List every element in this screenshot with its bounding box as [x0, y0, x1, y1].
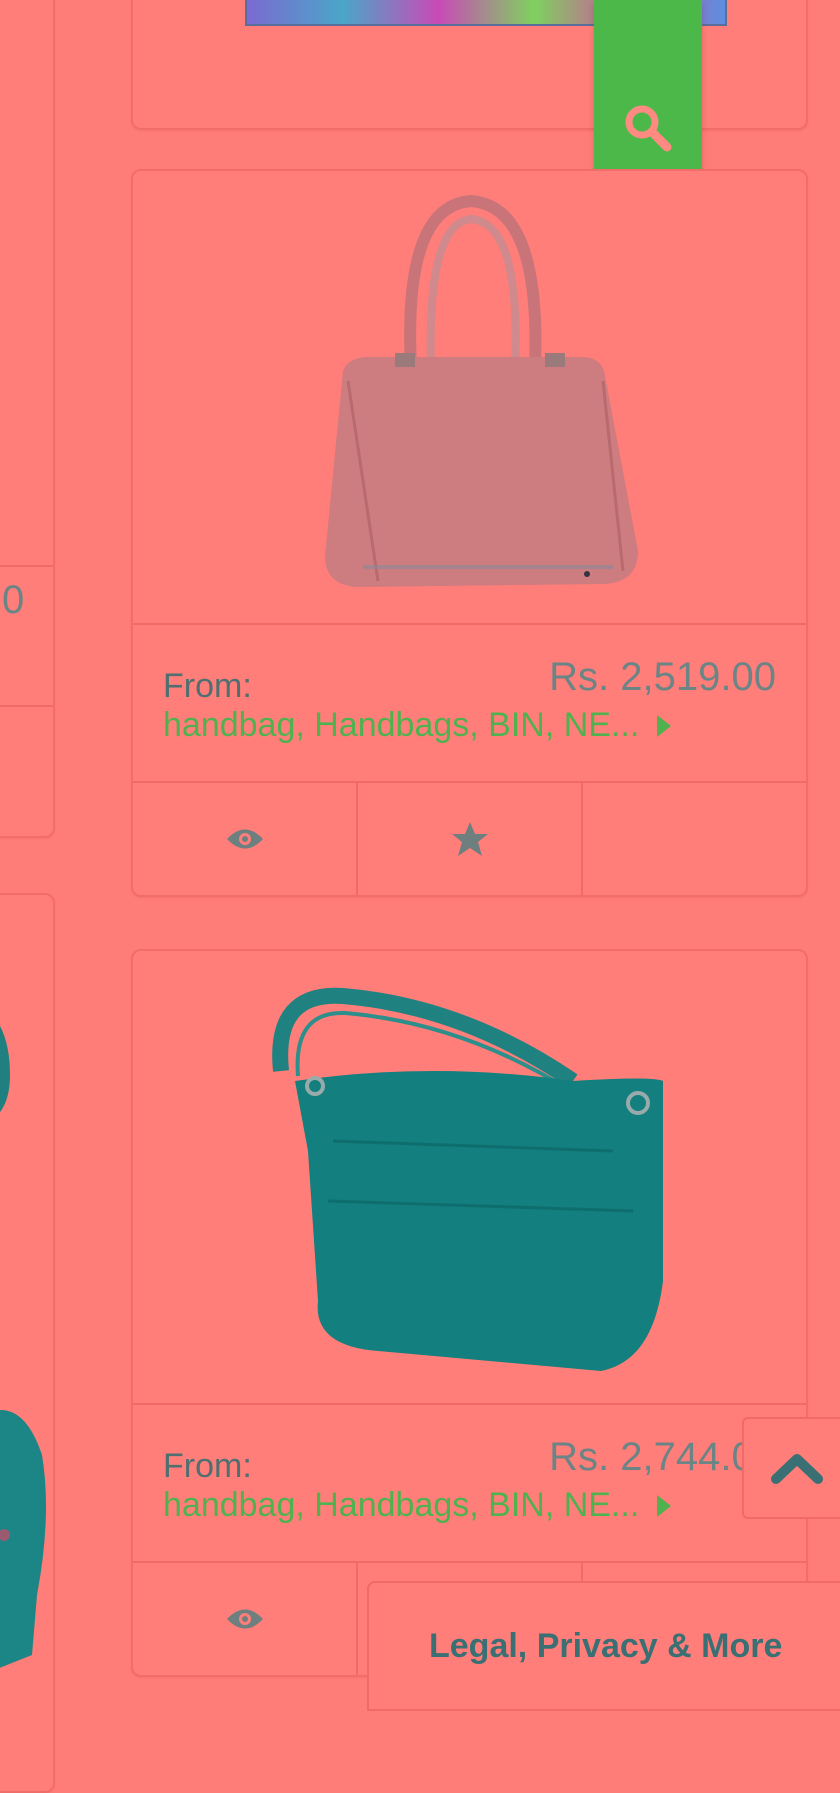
quick-view-button[interactable]: [133, 1563, 356, 1675]
eye-icon: [226, 829, 263, 849]
search-button[interactable]: [594, 0, 702, 182]
category-link[interactable]: handbag, Handbags, BIN, NE...: [163, 1486, 672, 1525]
category-link[interactable]: handbag, Handbags, BIN, NE...: [163, 706, 672, 745]
handbag-image: [325, 194, 638, 587]
category-text: handbag, Handbags, BIN, NE...: [163, 706, 640, 744]
favorite-button[interactable]: [358, 783, 581, 895]
product-card[interactable]: Rs. 2,744.00 From: handbag, Handbags, BI…: [131, 949, 808, 1677]
back-to-top-button[interactable]: [742, 1417, 840, 1519]
product-price: Rs. 2,519.00: [549, 655, 776, 699]
triangle-right-icon: [657, 714, 672, 737]
left-product-card-bottom[interactable]: [0, 893, 55, 1793]
triangle-right-icon: [657, 1494, 672, 1517]
card-action-third[interactable]: [583, 783, 806, 895]
eye-icon: [226, 1609, 263, 1629]
product-card-previous[interactable]: [131, 0, 808, 130]
from-label: From:: [163, 1447, 252, 1485]
left-bag-partial-image: [0, 1025, 46, 1668]
chevron-up-icon: [771, 1454, 823, 1484]
legal-privacy-link[interactable]: Legal, Privacy & More: [429, 1627, 782, 1666]
from-label: From:: [163, 667, 252, 705]
legal-privacy-bar[interactable]: Legal, Privacy & More: [367, 1581, 840, 1711]
shoulder-bag-image: [272, 987, 663, 1371]
product-image[interactable]: [133, 951, 806, 1403]
search-icon: [625, 105, 672, 152]
product-image[interactable]: [133, 171, 806, 623]
category-text: handbag, Handbags, BIN, NE...: [163, 1486, 640, 1524]
left-product-card-top[interactable]: 0: [0, 0, 55, 838]
quick-view-button[interactable]: [133, 783, 356, 895]
product-card[interactable]: Rs. 2,519.00 From: handbag, Handbags, BI…: [131, 169, 808, 897]
star-icon: [451, 822, 488, 856]
left-card-price-fragment: 0: [2, 578, 25, 622]
